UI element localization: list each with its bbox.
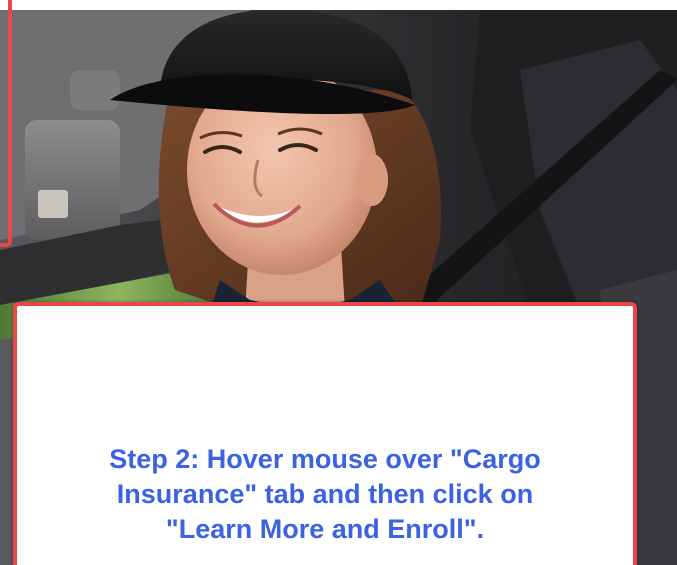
tutorial-slide: Step 2: Hover mouse over "Cargo Insuranc… <box>0 0 677 565</box>
instruction-callout: Step 2: Hover mouse over "Cargo Insuranc… <box>13 302 637 565</box>
instruction-line-3: "Learn More and Enroll". <box>165 514 485 544</box>
previous-callout-edge <box>0 0 12 247</box>
instruction-line-1: Step 2: Hover mouse over "Cargo <box>109 444 541 474</box>
instruction-line-2: Insurance" tab and then click on <box>116 479 534 509</box>
instruction-text: Step 2: Hover mouse over "Cargo Insuranc… <box>17 442 633 547</box>
